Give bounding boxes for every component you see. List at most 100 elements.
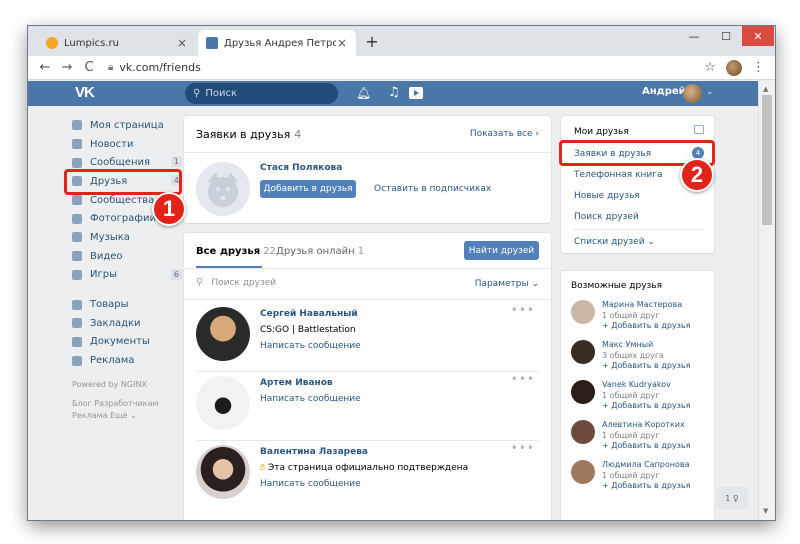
possible-friend-name[interactable]: Vanek Kudryakov <box>602 380 671 389</box>
friend-name[interactable]: Валентина Лазарева <box>260 447 368 457</box>
tab-label: Друзья онлайн <box>276 246 355 257</box>
menu-item-ads[interactable]: Реклама <box>72 351 182 370</box>
footer-links[interactable]: Блог Разработчикам <box>72 399 182 408</box>
add-friend-link[interactable]: + Добавить в друзья <box>602 361 690 370</box>
tab-vk-friends[interactable]: Друзья Андрея Петрова – 22 д × <box>198 30 356 56</box>
friend-name[interactable]: Сергей Навальный <box>260 309 358 319</box>
highlight-box-friends <box>64 169 182 195</box>
possible-friend-avatar[interactable] <box>571 340 595 364</box>
friend-name[interactable]: Артем Иванов <box>260 378 333 388</box>
requests-title: Заявки в друзья 4 <box>196 128 301 141</box>
back-icon[interactable]: ← <box>34 60 56 75</box>
friend-avatar[interactable] <box>196 376 250 430</box>
friend-avatar[interactable] <box>196 307 250 361</box>
browser-menu-icon[interactable]: ⋮ <box>752 60 765 75</box>
add-friend-link[interactable]: + Добавить в друзья <box>602 481 690 490</box>
divider <box>184 152 551 153</box>
menu-label: Фотографии <box>90 213 156 225</box>
possible-friend-avatar[interactable] <box>571 460 595 484</box>
vk-logo[interactable]: VK <box>75 84 95 101</box>
menu-item-documents[interactable]: Документы <box>72 333 182 352</box>
keep-subscriber-link[interactable]: Оставить в подписчиках <box>374 184 491 194</box>
mutual-friends: 1 общий друг <box>602 471 660 480</box>
tab-friends-online[interactable]: Друзья онлайн 1 <box>276 246 364 257</box>
possible-friend-name[interactable]: Людмила Сапронова <box>602 460 690 469</box>
maximize-icon[interactable]: ☐ <box>710 26 742 46</box>
write-message-link[interactable]: Написать сообщение <box>260 479 361 489</box>
possible-friend-avatar[interactable] <box>571 380 595 404</box>
vk-header: VK ⚲ Поиск 🔔︎ ♫ Андрей ⌄ <box>28 81 758 106</box>
groups-icon <box>72 195 82 206</box>
chevron-down-icon[interactable]: ⌄ <box>706 87 714 97</box>
find-friends-button[interactable]: Найти друзей <box>464 241 539 260</box>
request-person-name[interactable]: Стася Полякова <box>260 163 342 173</box>
add-friend-button[interactable]: Добавить в друзья <box>260 180 356 198</box>
parameters-dropdown[interactable]: Параметры ⌄ <box>475 279 539 289</box>
write-message-link[interactable]: Написать сообщение <box>260 341 361 351</box>
scroll-up-icon[interactable]: ▲ <box>763 85 768 93</box>
possible-friend-row: Марина Мастерова 1 общий друг + Добавить… <box>571 300 711 338</box>
possible-friends-title: Возможные друзья <box>571 281 663 291</box>
more-actions-icon[interactable]: ••• <box>511 441 535 455</box>
add-friend-link[interactable]: + Добавить в друзья <box>602 321 690 330</box>
menu-item-news[interactable]: Новости <box>72 135 182 154</box>
possible-friend-avatar[interactable] <box>571 420 595 444</box>
profile-avatar-icon[interactable] <box>726 59 742 76</box>
close-window-icon[interactable]: ✕ <box>742 26 774 46</box>
menu-item-games[interactable]: Игры 6 <box>72 266 182 285</box>
bell-icon[interactable]: 🔔︎ <box>356 86 371 100</box>
friends-search-input[interactable]: ⚲ Поиск друзей <box>196 277 276 288</box>
tab-close-icon[interactable]: × <box>176 36 188 50</box>
new-tab-button[interactable]: + <box>364 34 380 50</box>
music-icon[interactable]: ♫ <box>388 85 400 100</box>
address-bar[interactable]: 🔒︎ vk.com/friends <box>108 58 668 78</box>
menu-item-my-page[interactable]: Моя страница <box>72 116 182 135</box>
footer-links-2[interactable]: Реклама Ещё ⌄ <box>72 411 182 420</box>
vk-search-input[interactable]: ⚲ Поиск <box>185 83 338 104</box>
possible-friends-card: Возможные друзья Марина Мастерова 1 общи… <box>561 271 714 520</box>
nav-friend-lists[interactable]: Списки друзей ⌄ <box>574 237 655 247</box>
calendar-icon[interactable] <box>694 125 704 134</box>
request-avatar[interactable] <box>196 162 250 216</box>
friend-row: Артем Иванов Написать сообщение ••• <box>196 372 539 441</box>
bookmark-star-icon[interactable]: ☆ <box>704 60 716 75</box>
show-all-link[interactable]: Показать все › <box>470 129 539 139</box>
scroll-thumb[interactable] <box>762 95 772 225</box>
more-actions-icon[interactable]: ••• <box>511 372 535 386</box>
nav-find-friends[interactable]: Поиск друзей <box>574 212 639 222</box>
header-user-name[interactable]: Андрей <box>642 86 686 97</box>
page-scrollbar[interactable]: ▲ ▼ <box>758 81 775 520</box>
music-note-icon <box>72 232 82 243</box>
possible-friend-name[interactable]: Макс Умный <box>602 340 653 349</box>
bag-icon <box>72 299 82 310</box>
nav-my-friends[interactable]: Мои друзья <box>574 127 629 137</box>
forward-icon[interactable]: → <box>56 60 78 75</box>
add-friend-link[interactable]: + Добавить в друзья <box>602 401 690 410</box>
video-play-icon[interactable] <box>409 87 423 99</box>
nav-new-friends[interactable]: Новые друзья <box>574 191 640 201</box>
reload-icon[interactable]: C <box>78 60 100 75</box>
tab-lumpics[interactable]: Lumpics.ru × <box>38 30 196 56</box>
chat-widget-button[interactable]: 1 ♀ <box>716 487 748 509</box>
mutual-friends: 1 общий друг <box>602 311 660 320</box>
menu-item-video[interactable]: Видео <box>72 247 182 266</box>
menu-item-music[interactable]: Музыка <box>72 228 182 247</box>
possible-friend-name[interactable]: Алевтина Коротких <box>602 420 685 429</box>
tab-all-friends[interactable]: Все друзья 22 <box>196 246 276 257</box>
more-actions-icon[interactable]: ••• <box>511 303 535 317</box>
tab-title: Lumpics.ru <box>64 37 119 49</box>
friend-avatar[interactable] <box>196 445 250 499</box>
header-avatar[interactable] <box>683 84 702 103</box>
menu-item-goods[interactable]: Товары <box>72 295 182 314</box>
scroll-down-icon[interactable]: ▼ <box>763 507 768 515</box>
possible-friend-avatar[interactable] <box>571 300 595 324</box>
possible-friend-name[interactable]: Марина Мастерова <box>602 300 682 309</box>
add-friend-link[interactable]: + Добавить в друзья <box>602 441 690 450</box>
nav-phone-book[interactable]: Телефонная книга <box>574 170 663 180</box>
menu-label: Сообщения <box>90 157 151 169</box>
tab-close-icon[interactable]: × <box>336 36 348 50</box>
write-message-link[interactable]: Написать сообщение <box>260 394 361 404</box>
menu-item-bookmarks[interactable]: Закладки <box>72 314 182 333</box>
minimize-icon[interactable]: — <box>678 26 710 46</box>
possible-friend-row: Макс Умный 3 общих друга + Добавить в др… <box>571 340 711 378</box>
